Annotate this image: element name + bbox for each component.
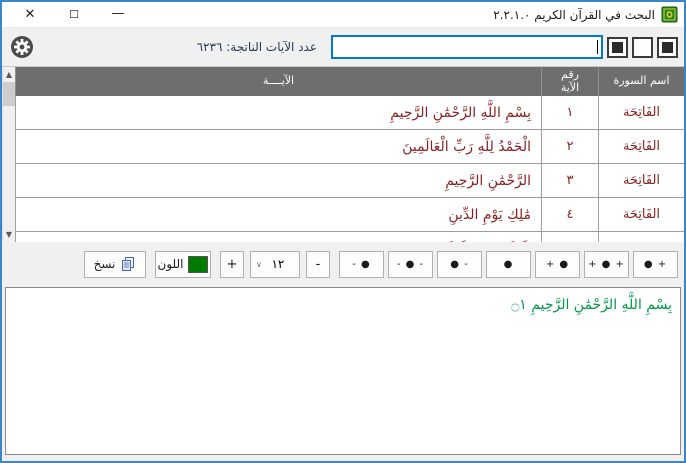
filter-toggle-3-state — [612, 42, 623, 53]
table-scrollbar[interactable]: ▲ ▼ — [2, 67, 15, 242]
surah-name-cell: الفَاتِحَة — [598, 130, 684, 163]
aya-text-cell: الرَّحْمَٰنِ الرَّحِيمِ — [15, 164, 541, 197]
results-count-label: عدد الآيات الناتجة: ٦٢٣٦ — [197, 40, 317, 54]
preview-verse-text: بِسْمِ اللَّهِ الرَّحْمَٰنِ الرَّحِيمِ ۝… — [14, 295, 672, 316]
font-size-select[interactable]: ∨ ١٢ — [250, 251, 300, 278]
filter-toggle-3[interactable] — [607, 37, 628, 58]
aya-number-cell: ٢ — [541, 130, 598, 163]
surah-name-cell: الفَاتِحَة — [598, 198, 684, 231]
copy-button[interactable]: نسخ — [84, 251, 146, 278]
window-title: البحث في القرآن الكريم ٢.٢.١.٠ — [493, 8, 655, 22]
results-label-text: عدد الآيات الناتجة: — [226, 40, 317, 54]
color-button[interactable]: اللون — [155, 251, 211, 278]
font-size-value: ١٢ — [262, 257, 294, 271]
results-table: اسم السورة رقم الآية الآيــــة الفَاتِحَ… — [15, 67, 684, 242]
aya-number-cell: ٣ — [541, 164, 598, 197]
aya-number-cell: ١ — [541, 96, 598, 129]
close-icon: ✕ — [25, 8, 36, 21]
header-surah-name[interactable]: اسم السورة — [598, 67, 684, 96]
filter-toggle-1[interactable] — [657, 37, 678, 58]
search-input[interactable] — [333, 39, 601, 59]
scroll-up-icon[interactable]: ▲ — [3, 67, 15, 82]
copy-button-label: نسخ — [94, 257, 116, 271]
surah-name-cell: الفَاتِحَة — [598, 96, 684, 129]
search-toolbar: عدد الآيات الناتجة: ٦٢٣٦ — [2, 28, 684, 66]
minimize-button[interactable]: — — [96, 2, 140, 28]
table-row[interactable]: الفَاتِحَة ٣ الرَّحْمَٰنِ الرَّحِيمِ — [15, 164, 684, 198]
context-button-4[interactable]: ● — [486, 251, 531, 278]
aya-number-cell — [541, 232, 598, 242]
quran-book-icon — [661, 6, 678, 23]
search-box — [331, 35, 603, 59]
header-aya-number[interactable]: رقم الآية — [541, 67, 598, 96]
context-button-1[interactable]: - ● — [339, 251, 384, 278]
table-row[interactable]: الفَاتِحَة ٤ مَٰلِكِ يَوْمِ الدِّينِ — [15, 198, 684, 232]
maximize-icon: ☐ — [69, 9, 79, 20]
aya-text-cell: بِسْمِ اللَّهِ الرَّحْمَٰنِ الرَّحِيمِ — [15, 96, 541, 129]
color-button-label: اللون — [158, 257, 184, 271]
context-button-7[interactable]: ● + — [633, 251, 678, 278]
scroll-down-icon[interactable]: ▼ — [3, 227, 15, 242]
verse-preview-pane[interactable]: بِسْمِ اللَّهِ الرَّحْمَٰنِ الرَّحِيمِ ۝… — [5, 287, 681, 455]
table-row[interactable]: الفَاتِحَة ٢ الْحَمْدُ لِلَّهِ رَبِّ الْ… — [15, 130, 684, 164]
app-window: البحث في القرآن الكريم ٢.٢.١.٠ — ☐ ✕ عدد… — [0, 0, 686, 463]
header-aya-text[interactable]: الآيــــة — [15, 67, 541, 96]
color-swatch — [188, 256, 208, 273]
text-caret — [597, 40, 598, 54]
format-toolbar: نسخ اللون + ∨ ١٢ - - ● - ● - ● - ● + ● +… — [2, 242, 684, 286]
minimize-icon: — — [112, 7, 125, 20]
scrollbar-track[interactable] — [3, 106, 15, 227]
context-button-6[interactable]: + ● + — [584, 251, 629, 278]
filter-toggle-2-state — [637, 42, 648, 53]
close-button[interactable]: ✕ — [8, 2, 52, 28]
context-button-3[interactable]: ● - — [437, 251, 482, 278]
table-header-row: اسم السورة رقم الآية الآيــــة — [15, 67, 684, 96]
aya-text-cell: الْحَمْدُ لِلَّهِ رَبِّ الْعَالَمِينَ — [15, 130, 541, 163]
font-decrease-button[interactable]: - — [306, 251, 330, 278]
results-count-value: ٦٢٣٦ — [197, 40, 223, 54]
aya-number-cell: ٤ — [541, 198, 598, 231]
copy-icon — [120, 256, 136, 272]
aya-text-cell: إِيَّاكَ نَعْبُدُ وَإِيَّاكَ نَسْتَعِينُ — [15, 232, 541, 242]
table-row[interactable]: الفَاتِحَة ١ بِسْمِ اللَّهِ الرَّحْمَٰنِ… — [15, 96, 684, 130]
table-row[interactable]: الفَاتِحَة إِيَّاكَ نَعْبُدُ وَإِيَّاكَ … — [15, 232, 684, 242]
context-button-2[interactable]: - ● - — [388, 251, 433, 278]
context-button-5[interactable]: + ● — [535, 251, 580, 278]
titlebar: البحث في القرآن الكريم ٢.٢.١.٠ — ☐ ✕ — [2, 2, 684, 28]
results-table-area: اسم السورة رقم الآية الآيــــة الفَاتِحَ… — [2, 66, 684, 242]
aya-text-cell: مَٰلِكِ يَوْمِ الدِّينِ — [15, 198, 541, 231]
maximize-button[interactable]: ☐ — [52, 2, 96, 28]
settings-gear-icon[interactable] — [10, 35, 34, 59]
scrollbar-thumb[interactable] — [3, 82, 15, 106]
filter-toggle-2[interactable] — [632, 37, 653, 58]
surah-name-cell: الفَاتِحَة — [598, 232, 684, 242]
surah-name-cell: الفَاتِحَة — [598, 164, 684, 197]
filter-toggle-1-state — [662, 42, 673, 53]
font-increase-button[interactable]: + — [220, 251, 244, 278]
